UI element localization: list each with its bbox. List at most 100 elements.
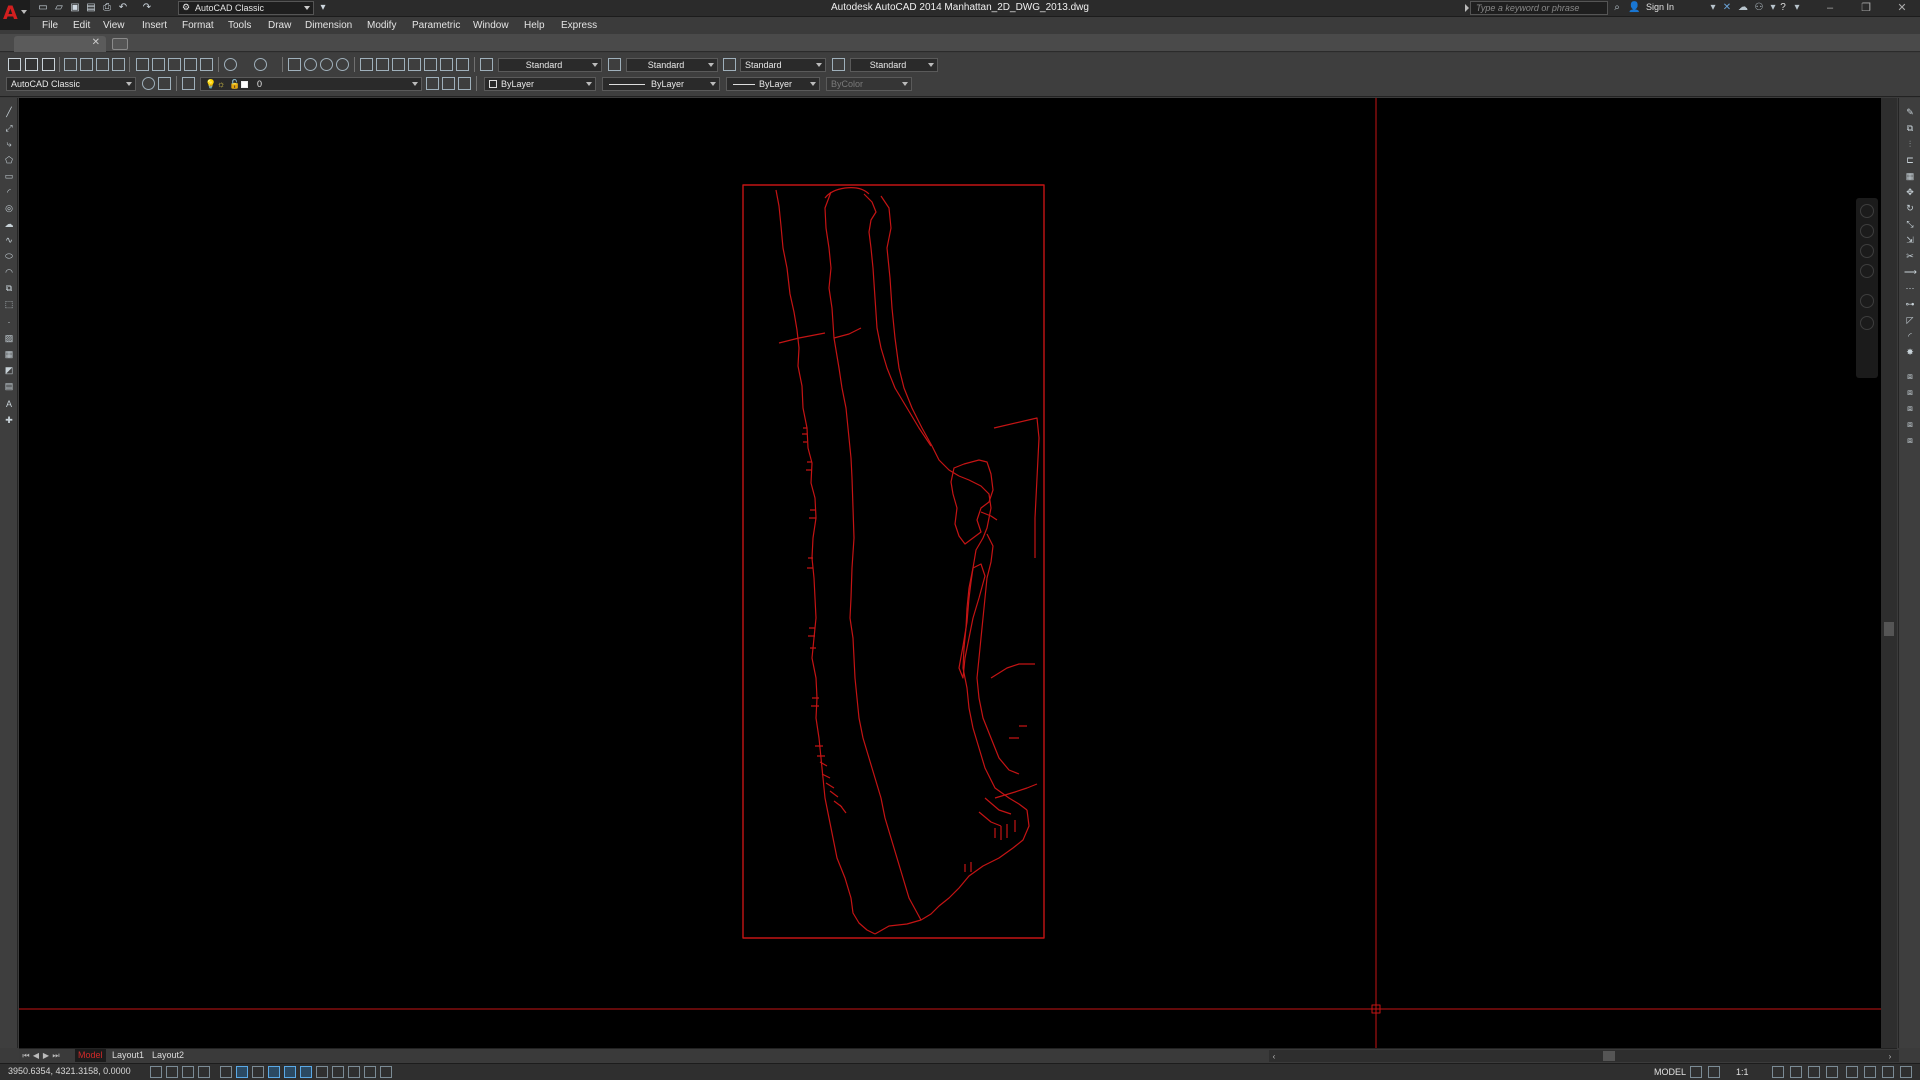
pan-icon[interactable] [1860, 224, 1874, 238]
model-space-button[interactable]: MODEL [1654, 1067, 1686, 1077]
explode-icon[interactable]: ✸ [1904, 346, 1916, 358]
vertical-scrollbar[interactable] [1881, 98, 1897, 1048]
fillet-icon[interactable]: ◜ [1904, 330, 1916, 342]
workspace-dropdown[interactable]: ⚙ AutoCAD Classic [178, 1, 314, 15]
application-menu-button[interactable]: A [0, 0, 30, 30]
workspace-settings-icon[interactable] [158, 77, 171, 90]
quick-view-layouts-icon[interactable] [1690, 1066, 1702, 1078]
exchange-icon[interactable]: ✕ [1720, 1, 1734, 15]
text-style-dropdown[interactable]: Standard [498, 58, 602, 72]
clean-screen-icon[interactable] [1900, 1066, 1912, 1078]
3d-print-icon[interactable] [112, 58, 125, 71]
horizontal-scroll-thumb[interactable] [1603, 1051, 1615, 1061]
table-style-dropdown[interactable]: Standard [740, 58, 826, 72]
publish-icon[interactable] [96, 58, 109, 71]
user-icon[interactable]: 👤 [1628, 1, 1640, 15]
stretch-icon[interactable]: ⇲ [1904, 234, 1916, 246]
save-icon[interactable]: ▣ [68, 1, 82, 15]
redo-icon[interactable]: ↷ [140, 1, 154, 15]
color-dropdown[interactable]: ByLayer [484, 77, 596, 91]
tool-palettes-icon[interactable] [392, 58, 405, 71]
search-input[interactable]: Type a keyword or phrase [1470, 1, 1608, 15]
ellipse-arc-icon[interactable]: ◠ [3, 266, 15, 278]
bring-front-icon[interactable]: ⧈ [1904, 386, 1916, 398]
ortho-toggle[interactable] [198, 1066, 210, 1078]
match-properties-icon[interactable] [184, 58, 197, 71]
quick-access-customize-icon[interactable]: ▾ [316, 1, 330, 15]
scroll-left-icon[interactable]: ‹ [1269, 1050, 1279, 1063]
mirror-icon[interactable]: ⫶ [1904, 138, 1916, 150]
array-icon[interactable]: ▦ [1904, 170, 1916, 182]
linetype-dropdown[interactable]: ByLayer [602, 77, 720, 91]
horizontal-scrollbar[interactable]: ‹ › [1269, 1050, 1899, 1062]
binoculars-icon[interactable]: ⌕ [1610, 1, 1624, 15]
lineweight-dropdown[interactable]: ByLayer [726, 77, 820, 91]
osnap-toggle[interactable] [236, 1066, 248, 1078]
extend-icon[interactable]: ⟶ [1904, 266, 1917, 278]
plot-icon[interactable] [64, 58, 77, 71]
offset-icon[interactable]: ⊏ [1904, 154, 1916, 166]
scroll-right-icon[interactable]: › [1885, 1050, 1895, 1063]
menu-help[interactable]: Help [524, 18, 545, 31]
close-icon[interactable]: ✕ [92, 37, 100, 48]
polyline-icon[interactable]: ⤷ [3, 138, 15, 150]
chamfer-icon[interactable]: ◸ [1904, 314, 1916, 326]
undo-icon[interactable] [224, 58, 237, 71]
selection-cycling-toggle[interactable] [364, 1066, 376, 1078]
auto-scale-icon[interactable] [1790, 1066, 1802, 1078]
copy-icon[interactable] [152, 58, 165, 71]
dyn-toggle[interactable] [300, 1066, 312, 1078]
lock-icon[interactable] [1826, 1066, 1838, 1078]
menu-tools[interactable]: Tools [228, 18, 251, 31]
annotation-monitor-toggle[interactable] [380, 1066, 392, 1078]
showmotion-icon[interactable] [1860, 294, 1874, 308]
lineweight-toggle[interactable] [316, 1066, 328, 1078]
workspace-switching-icon[interactable] [1808, 1066, 1820, 1078]
construction-line-icon[interactable]: ⤢ [3, 122, 15, 134]
menu-insert[interactable]: Insert [142, 18, 167, 31]
plotstyle-dropdown[interactable]: ByColor [826, 77, 912, 91]
menu-format[interactable]: Format [182, 18, 214, 31]
transparency-toggle[interactable] [332, 1066, 344, 1078]
multiline-text-icon[interactable]: A [3, 398, 15, 410]
block-editor-icon[interactable] [200, 58, 213, 71]
isolate-objects-icon[interactable] [1864, 1066, 1876, 1078]
join-icon[interactable]: ⊶ [1904, 298, 1916, 310]
last-layout-icon[interactable]: ⏭ [51, 1049, 61, 1062]
new-drawing-tab-button[interactable] [112, 38, 128, 50]
coordinate-display[interactable]: 3950.6354, 4321.3158, 0.0000 [8, 1066, 131, 1076]
saveas-icon[interactable]: ▤ [84, 1, 98, 15]
stay-connected-icon[interactable]: ⚇ [1752, 1, 1766, 15]
polygon-icon[interactable]: ⬠ [3, 154, 15, 166]
rotate-icon[interactable]: ↻ [1904, 202, 1916, 214]
spline-icon[interactable]: ∿ [3, 234, 15, 246]
redo-icon[interactable] [254, 58, 267, 71]
save-icon[interactable] [42, 58, 55, 71]
gradient-icon[interactable]: ▦ [3, 348, 15, 360]
quick-properties-toggle[interactable] [348, 1066, 360, 1078]
vertical-scroll-thumb[interactable] [1884, 622, 1894, 636]
open-icon[interactable]: ▱ [52, 1, 66, 15]
search-expand-icon[interactable] [1465, 4, 1469, 12]
point-icon[interactable]: · [3, 316, 15, 328]
dimension-style-icon[interactable] [608, 58, 621, 71]
steering-wheel-icon[interactable] [1860, 204, 1874, 218]
navigation-options-icon[interactable] [1860, 316, 1874, 330]
cut-icon[interactable] [136, 58, 149, 71]
chevron-down-icon[interactable]: ▾ [1706, 1, 1720, 15]
menu-file[interactable]: File [42, 18, 58, 31]
layer-state-icon[interactable] [458, 77, 471, 90]
erase-icon[interactable]: ✎ [1904, 106, 1916, 118]
undo-icon[interactable]: ↶ [116, 1, 130, 15]
region-icon[interactable]: ◩ [3, 364, 15, 376]
first-layout-icon[interactable]: ⏮ [21, 1049, 31, 1062]
send-back-icon[interactable]: ⧈ [1904, 402, 1916, 414]
draw-order-icon[interactable]: ⧈ [1904, 370, 1916, 382]
paste-icon[interactable] [168, 58, 181, 71]
line-icon[interactable]: ╱ [3, 106, 15, 118]
plot-preview-icon[interactable] [80, 58, 93, 71]
annotation-visibility-icon[interactable] [1772, 1066, 1784, 1078]
prev-layout-icon[interactable]: ◀ [31, 1049, 41, 1062]
sign-in-link[interactable]: Sign In [1646, 2, 1674, 12]
new-icon[interactable] [8, 58, 21, 71]
